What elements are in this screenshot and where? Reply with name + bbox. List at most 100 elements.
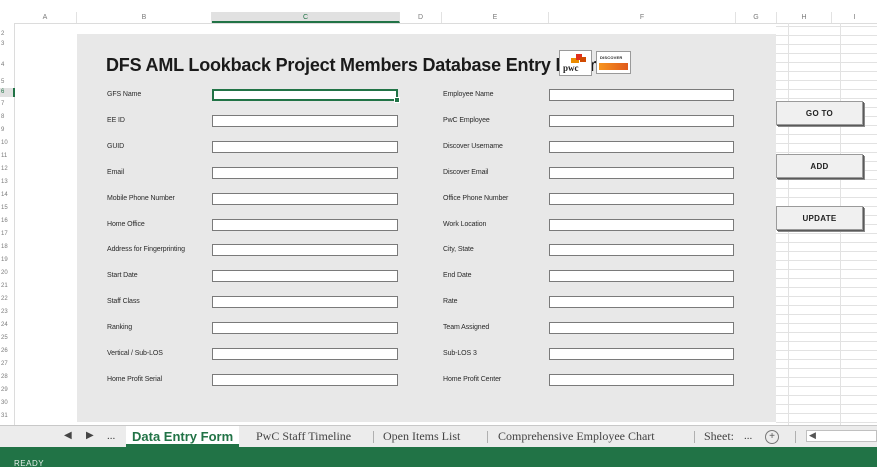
tab-sheet-truncated[interactable]: Sheet: [704,426,734,447]
row-header[interactable]: 3 [0,40,15,49]
field-label: Vertical / Sub-LOS [107,350,163,357]
sheet-ellipsis-right[interactable]: ... [744,426,752,447]
field-label: Employee Name [443,91,494,98]
tab-separator [487,431,488,443]
field-input[interactable] [212,348,398,360]
tab-separator [694,431,695,443]
field-input[interactable] [212,270,398,282]
row-header[interactable]: 29 [0,386,15,395]
field-label: Discover Username [443,143,503,150]
row-header[interactable]: 25 [0,334,15,343]
field-input[interactable] [212,167,398,179]
sheet-tab-bar: ◀ ▶ ... Data Entry Form PwC Staff Timeli… [0,425,877,448]
tab-comprehensive-employee-chart[interactable]: Comprehensive Employee Chart [498,426,655,447]
row-header[interactable]: 6 [0,88,15,97]
row-header[interactable]: 14 [0,191,15,200]
field-input[interactable] [549,141,734,153]
row-header[interactable]: 7 [0,100,15,109]
field-input[interactable] [549,296,734,308]
next-sheet-icon[interactable]: ▶ [86,430,94,441]
field-input[interactable] [549,348,734,360]
field-label: PwC Employee [443,117,490,124]
field-label: Office Phone Number [443,195,509,202]
column-header-a[interactable]: A [14,12,77,23]
row-header[interactable]: 4 [0,61,15,70]
field-label: Home Profit Center [443,376,502,383]
row-header[interactable]: 10 [0,139,15,148]
column-header-b[interactable]: B [77,12,212,23]
row-header[interactable]: 11 [0,152,15,161]
field-label: Discover Email [443,169,489,176]
sheet-ellipsis-left[interactable]: ... [107,426,115,447]
field-input[interactable] [549,167,734,179]
column-header-i[interactable]: I [832,12,877,23]
field-label: Mobile Phone Number [107,195,175,202]
field-input[interactable] [212,89,400,103]
field-label: Rate [443,298,458,305]
field-input[interactable] [212,141,398,153]
scroll-left-icon[interactable]: ◀ [809,430,816,441]
field-input[interactable] [212,322,398,334]
pwc-logo-mark [580,57,586,62]
field-input[interactable] [549,374,734,386]
column-header-d[interactable]: D [400,12,442,23]
row-header[interactable]: 27 [0,360,15,369]
row-header[interactable]: 22 [0,295,15,304]
column-header-bar: A B C D E F G H I [0,0,877,24]
row-header[interactable]: 20 [0,269,15,278]
tab-pwc-staff-timeline[interactable]: PwC Staff Timeline [256,426,351,447]
row-header[interactable]: 23 [0,308,15,317]
row-header[interactable]: 8 [0,113,15,122]
row-header[interactable]: 16 [0,217,15,226]
row-header[interactable]: 17 [0,230,15,239]
pwc-logo: pwc [559,50,592,76]
discover-logo-band [599,63,628,70]
field-input[interactable] [212,244,398,256]
column-header-row: A B C D E F G H I [0,12,877,24]
field-input[interactable] [549,115,734,127]
field-input[interactable] [212,296,398,308]
row-header[interactable]: 18 [0,243,15,252]
field-input[interactable] [212,115,398,127]
field-input[interactable] [549,193,734,205]
field-input[interactable] [549,89,734,101]
row-header[interactable]: 12 [0,165,15,174]
column-header-c[interactable]: C [212,12,400,23]
field-input[interactable] [212,374,398,386]
row-header[interactable]: 5 [0,78,15,87]
field-input[interactable] [549,322,734,334]
row-header[interactable]: 9 [0,126,15,135]
tab-data-entry-form[interactable]: Data Entry Form [126,426,240,447]
field-input[interactable] [212,219,398,231]
field-input[interactable] [212,193,398,205]
field-input[interactable] [549,244,734,256]
column-header-e[interactable]: E [442,12,549,23]
column-header-g[interactable]: G [736,12,777,23]
row-header[interactable]: 31 [0,412,15,421]
field-input[interactable] [549,270,734,282]
row-header[interactable]: 2 [0,30,15,39]
field-input[interactable] [549,219,734,231]
discover-logo: DISCOVER [596,51,631,74]
field-label: Team Assigned [443,324,490,331]
row-header[interactable]: 15 [0,204,15,213]
horizontal-scrollbar[interactable]: ◀ [806,430,877,442]
add-sheet-icon[interactable]: + [765,430,779,444]
row-header[interactable]: 19 [0,256,15,265]
row-header[interactable]: 21 [0,282,15,291]
pwc-logo-text: pwc [563,63,579,73]
add-button[interactable]: ADD [776,154,863,178]
tab-open-items-list[interactable]: Open Items List [383,426,460,447]
row-header[interactable]: 28 [0,373,15,382]
column-header-f[interactable]: F [549,12,736,23]
row-header[interactable]: 30 [0,399,15,408]
row-header-column: 2 3 4 5 6 7 8 9 10 11 12 13 14 15 16 17 18 19 20 21 22 23 24 25… [0,23,15,425]
row-header[interactable]: 26 [0,347,15,356]
field-label: Start Date [107,272,138,279]
update-button[interactable]: UPDATE [776,206,863,230]
row-header[interactable]: 13 [0,178,15,187]
prev-sheet-icon[interactable]: ◀ [64,430,72,441]
goto-button[interactable]: GO TO [776,101,863,125]
row-header[interactable]: 24 [0,321,15,330]
column-header-h[interactable]: H [777,12,832,23]
